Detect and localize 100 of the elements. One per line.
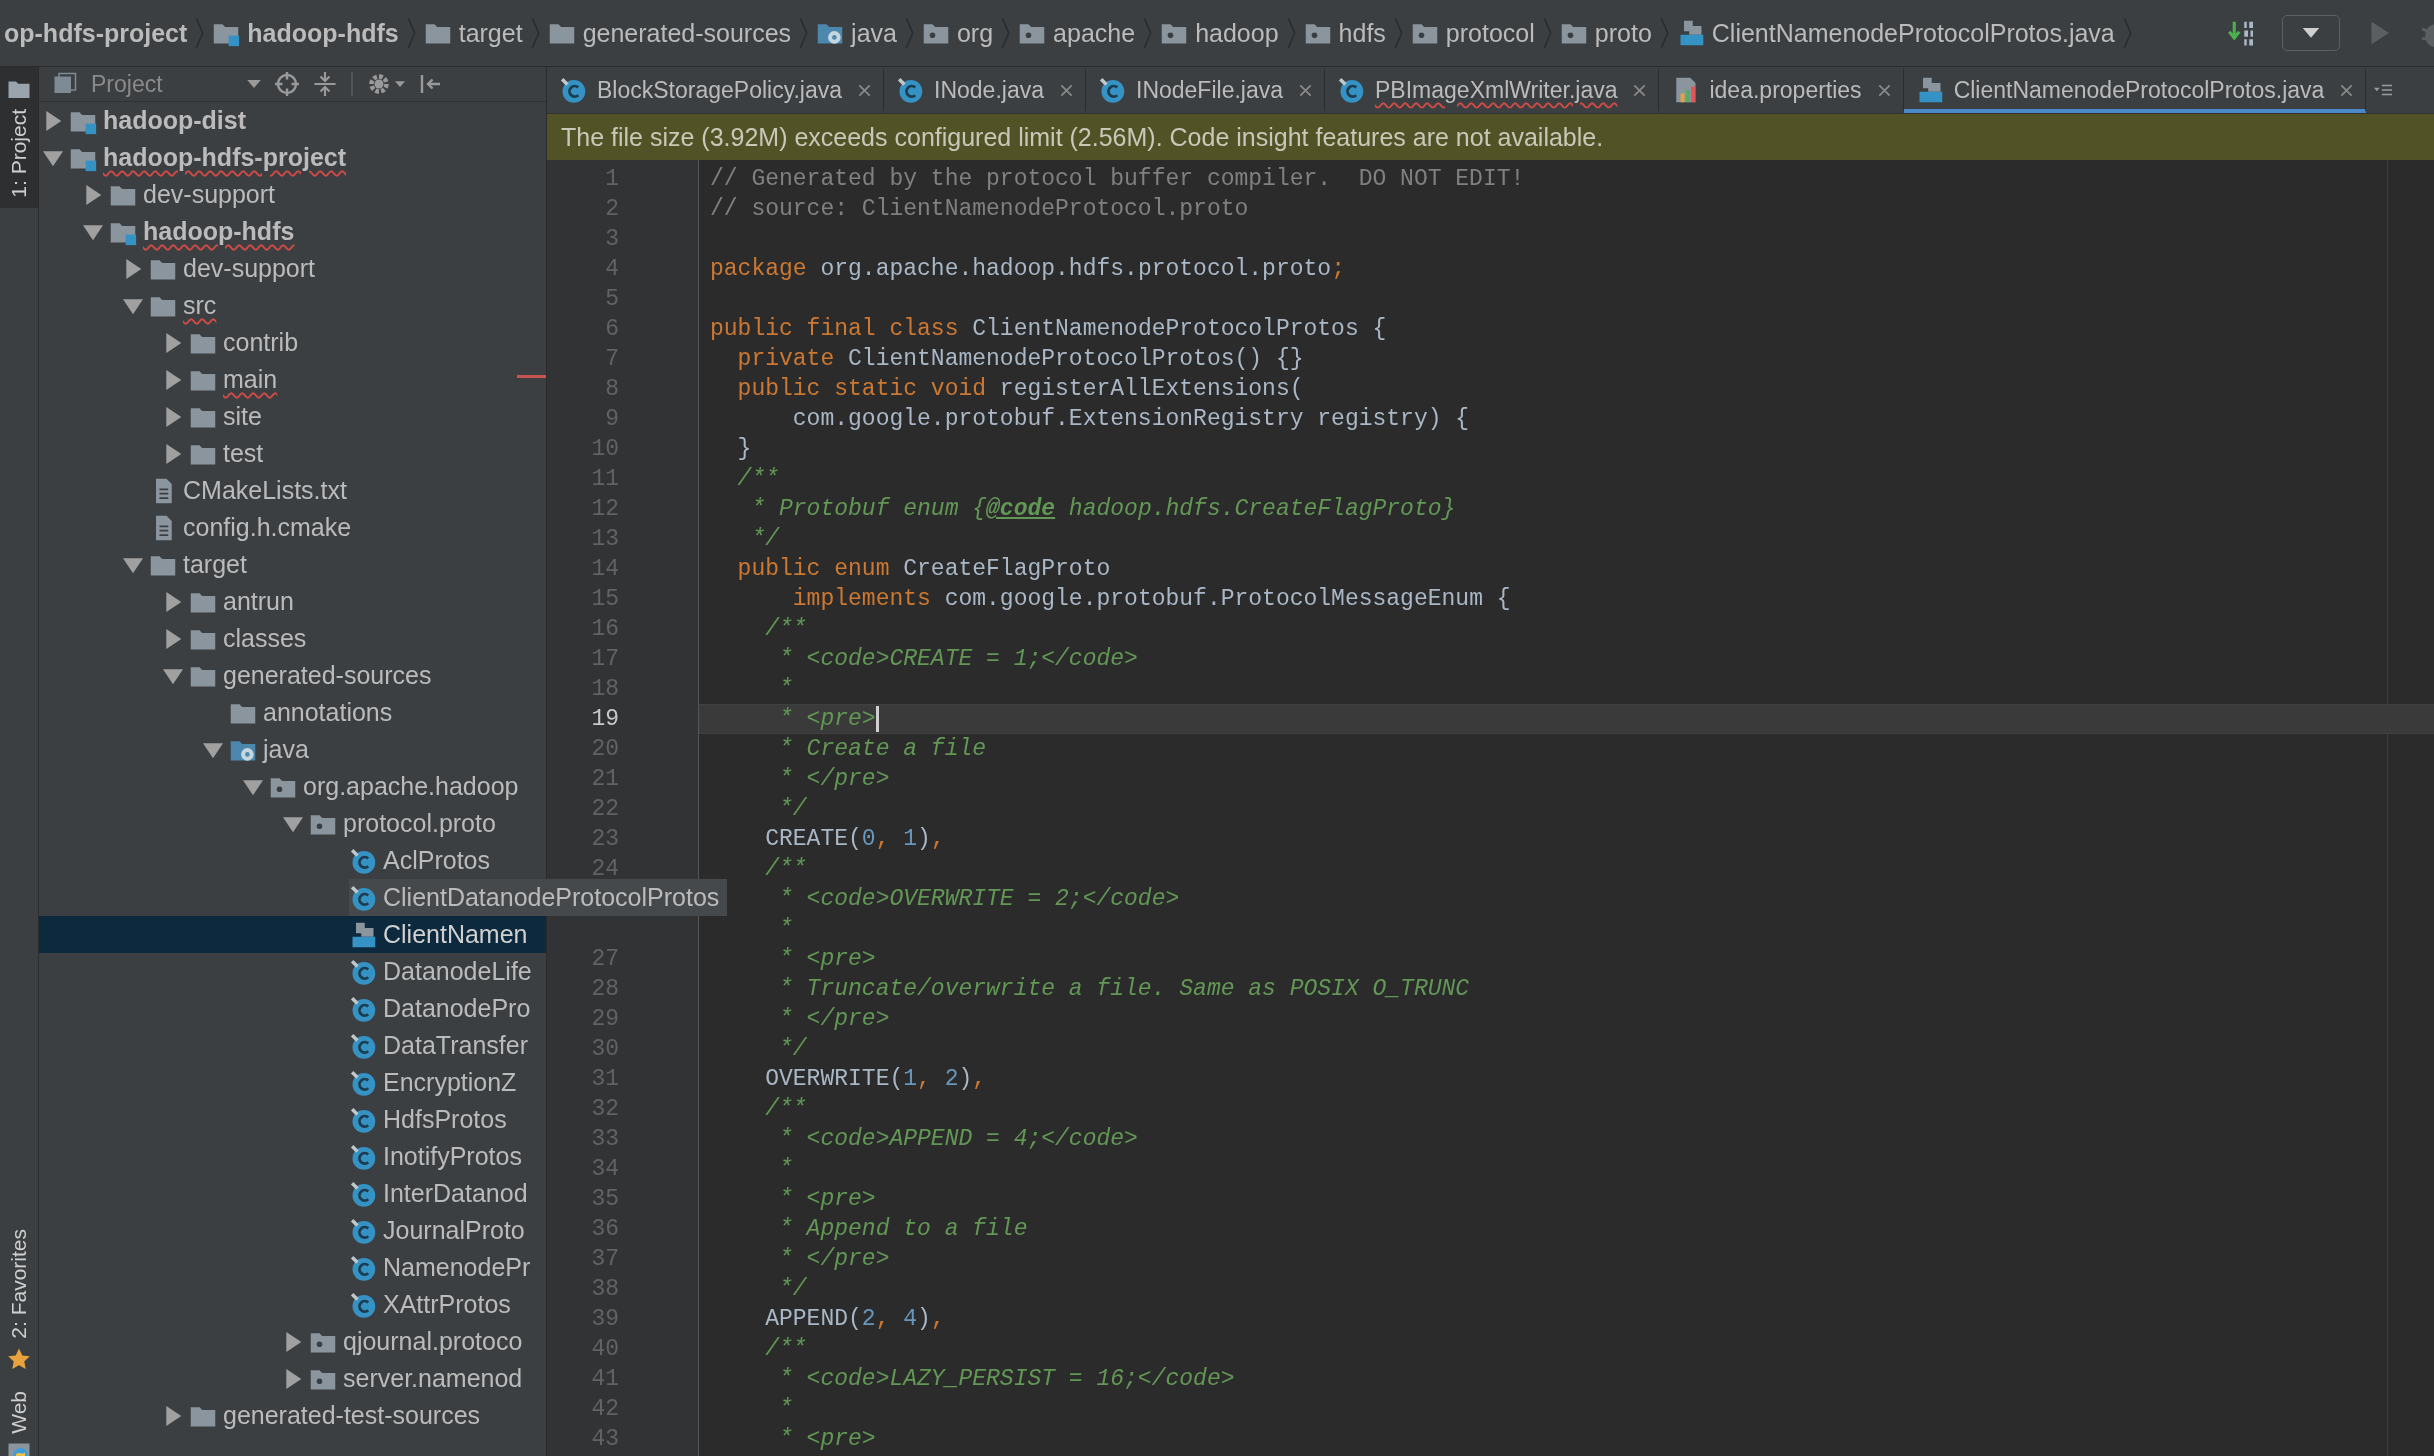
tree-item[interactable]: CMakeLists.txt [39,472,546,509]
code-line: private ClientNamenodeProtocolProtos() {} [736,346,1304,372]
tree-item[interactable]: antrun [39,583,546,620]
tree-item[interactable]: test [39,435,546,472]
editor-tab[interactable]: idea.properties [1659,67,1904,113]
tree-item[interactable]: AclProtos [39,842,546,879]
tool-window-button[interactable]: Web [0,1381,38,1456]
class-icon [349,994,377,1023]
editor-tab[interactable]: PBImageXmlWriter.java [1325,67,1660,113]
code-line: public static void registerAllExtensions( [736,376,1304,402]
gear-icon[interactable] [366,72,391,96]
breadcrumb[interactable]: hdfs [1295,18,1394,48]
breadcrumb[interactable]: op-hdfs-project [0,18,196,48]
breadcrumb[interactable]: ClientNamenodeProtocolProtos.java [1668,18,2123,48]
code-line: APPEND(2, 4), [764,1306,945,1332]
tree-item[interactable]: qjournal.protoco [39,1323,546,1360]
close-icon[interactable] [2340,83,2354,97]
tree-item[interactable]: annotations [39,694,546,731]
code-line: package org.apache.hadoop.hdfs.protocol.proto; [710,256,1345,282]
tab-list-icon[interactable] [2374,83,2393,97]
tree-item[interactable]: InterDatanod [39,1175,546,1212]
tool-window-button[interactable]: 1: Project [0,67,38,208]
tree-item[interactable]: generated-test-sources [39,1397,546,1434]
tree-item[interactable]: protocol.proto [39,805,546,842]
collapsed-arrow-icon[interactable] [43,110,63,131]
breadcrumb[interactable]: protocol [1402,18,1543,48]
tree-item[interactable]: DatanodePro [39,990,546,1027]
tree-item[interactable]: config.h.cmake [39,509,546,546]
tree-item[interactable]: ClientNamen [39,916,546,953]
breadcrumb[interactable]: target [415,18,531,48]
tree-item[interactable]: hadoop-dist [39,102,546,139]
hide-icon[interactable] [418,72,443,96]
caret-icon[interactable] [394,79,405,89]
close-icon[interactable] [1877,83,1891,97]
close-icon[interactable] [1633,83,1647,97]
star-icon [7,1347,31,1372]
editor-tab[interactable]: BlockStoragePolicy.java [547,67,885,113]
breadcrumb[interactable]: java [808,18,905,48]
collapsed-arrow-icon[interactable] [123,258,143,279]
tree-item[interactable]: EncryptionZ [39,1064,546,1101]
collapsed-arrow-icon[interactable] [163,369,183,390]
code-line: * Truncate/overwrite a file. Same as POSIX O_TRUNC [778,976,1470,1002]
target-icon[interactable] [274,72,299,96]
tool-window-button[interactable]: 2: Favorites [0,1219,38,1382]
caret-icon[interactable] [246,79,261,89]
tree-item[interactable]: hadoop-hdfs [39,213,546,250]
tree-item[interactable]: main [39,361,546,398]
tree-item[interactable]: HdfsProtos [39,1101,546,1138]
tree-item[interactable]: InotifyProtos [39,1138,546,1175]
editor-tab[interactable]: INode.java [884,67,1086,113]
collapse-icon[interactable] [312,72,337,96]
tree-item[interactable]: ClientDatanodeProtocolProtos [39,879,728,916]
code-line: * Protobuf enum {@code hadoop.hdfs.CreateFlagProto} [750,496,1456,522]
tree-item[interactable]: classes [39,620,546,657]
tree-item[interactable]: JournalProto [39,1212,546,1249]
close-icon[interactable] [1299,83,1313,97]
breadcrumb[interactable]: org [913,18,1002,48]
collapsed-arrow-icon[interactable] [163,628,183,649]
tree-item[interactable]: dev-support [39,250,546,287]
breadcrumb[interactable]: hadoop-hdfs [204,18,407,48]
class-icon [349,1216,377,1245]
tree-item[interactable]: java [39,731,546,768]
collapsed-arrow-icon[interactable] [163,591,183,612]
code-line: * <pre> [778,946,876,972]
breadcrumb[interactable]: apache [1010,18,1144,48]
breadcrumb[interactable]: hadoop [1152,18,1287,48]
dropdown-button[interactable] [2282,15,2340,51]
tree-item[interactable]: XAttrProtos [39,1286,546,1323]
tree-item[interactable]: dev-support [39,176,546,213]
collapsed-arrow-icon[interactable] [163,332,183,353]
collapsed-arrow-icon[interactable] [83,184,103,205]
tree-item[interactable]: hadoop-hdfs-project [39,139,546,176]
tree-item[interactable]: org.apache.hadoop [39,768,546,805]
tree-item[interactable]: contrib [39,324,546,361]
tree-item[interactable]: DataTransfer [39,1027,546,1064]
collapsed-arrow-icon[interactable] [163,406,183,427]
collapsed-arrow-icon[interactable] [163,1405,183,1426]
tree-item[interactable]: target [39,546,546,583]
code-line: * <code>APPEND = 4;</code> [778,1126,1138,1152]
panel-title[interactable]: Project [91,70,163,98]
tree-item[interactable]: site [39,398,546,435]
close-icon[interactable] [1060,83,1073,97]
breadcrumb[interactable]: proto [1551,18,1660,48]
close-icon[interactable] [858,83,872,97]
class-icon [349,1179,377,1208]
editor-tab[interactable]: INodeFile.java [1086,67,1326,113]
collapsed-arrow-icon[interactable] [163,443,183,464]
tree-item[interactable]: server.namenod [39,1360,546,1397]
project-view-icon [53,72,77,96]
tree-item[interactable]: src [39,287,546,324]
notification-bar: The file size (3.92M) exceeds configured limit (2.56M). Code insight features are not available. [547,114,2434,160]
class-icon [1337,76,1366,104]
code-line: public final class ClientNamenodeProtocolProtos { [710,316,1387,342]
tree-item[interactable]: DatanodeLife [39,953,546,990]
tree-item[interactable]: generated-sources [39,657,546,694]
collapsed-arrow-icon[interactable] [283,1331,303,1352]
breadcrumb[interactable]: generated-sources [539,18,800,48]
tree-item[interactable]: NamenodePr [39,1249,546,1286]
line-number: 19 [591,706,619,732]
collapsed-arrow-icon[interactable] [283,1368,303,1389]
